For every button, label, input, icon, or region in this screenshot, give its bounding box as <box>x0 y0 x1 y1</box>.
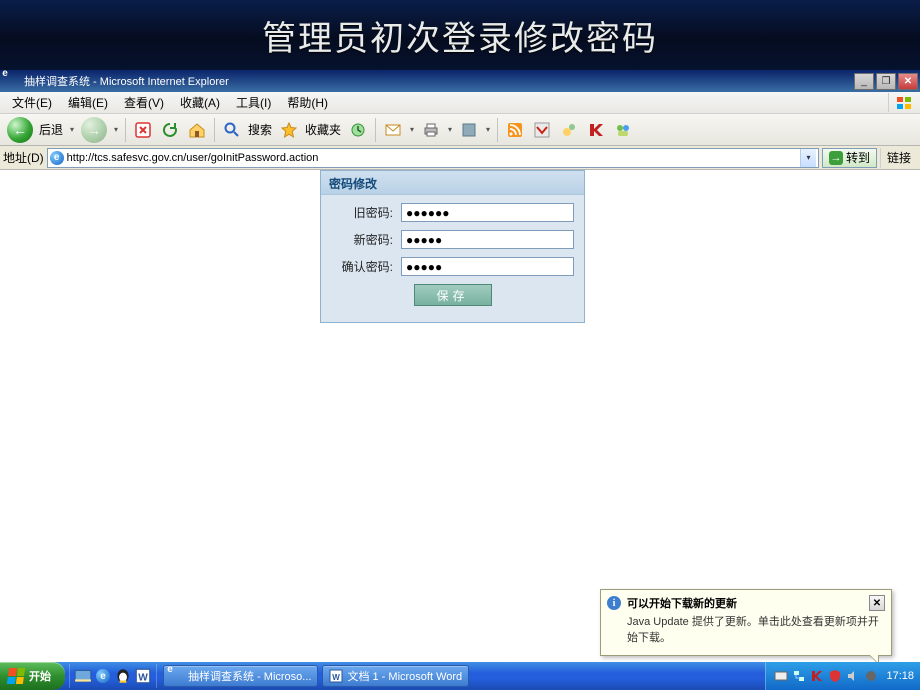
menubar: 文件(E) 编辑(E) 查看(V) 收藏(A) 工具(I) 帮助(H) <box>0 92 920 114</box>
ie-icon <box>5 73 21 89</box>
back-button[interactable]: ← <box>4 116 36 144</box>
svg-text:W: W <box>138 673 148 684</box>
menu-view[interactable]: 查看(V) <box>116 92 172 113</box>
back-label: 后退 <box>39 121 63 138</box>
toolbar-extra-1[interactable] <box>529 117 555 143</box>
start-button[interactable]: 开始 <box>0 662 65 690</box>
tray-extra-icon[interactable] <box>864 669 878 683</box>
ie-task-icon <box>170 669 184 683</box>
refresh-button[interactable] <box>157 117 183 143</box>
history-button[interactable] <box>345 117 371 143</box>
ie-quicklaunch-icon[interactable] <box>94 667 112 685</box>
stop-button[interactable] <box>130 117 156 143</box>
search-label: 搜索 <box>248 121 272 138</box>
window-title: 抽样调查系统 - Microsoft Internet Explorer <box>24 73 229 89</box>
confirm-password-label: 确认密码: <box>331 258 393 275</box>
task-label: 文档 1 - Microsoft Word <box>347 668 462 684</box>
print-button[interactable] <box>418 117 444 143</box>
kaspersky-icon[interactable] <box>583 117 609 143</box>
menu-help[interactable]: 帮助(H) <box>279 92 336 113</box>
word-task-icon: W <box>329 669 343 683</box>
password-change-card: 密码修改 旧密码: 新密码: 确认密码: 保存 <box>320 170 585 323</box>
taskbar-button-2[interactable]: W 文档 1 - Microsoft Word <box>322 665 469 687</box>
tray-input-icon[interactable] <box>774 669 788 683</box>
presentation-banner: 管理员初次登录修改密码 <box>0 0 920 70</box>
address-input[interactable] <box>64 149 800 167</box>
taskbar: 开始 W 抽样调查系统 - Microso... W 文档 1 - Micros… <box>0 662 920 690</box>
tray-network-icon[interactable] <box>792 669 806 683</box>
old-password-row: 旧密码: <box>331 203 574 222</box>
window-minimize-button[interactable]: _ <box>854 73 874 90</box>
feed-button[interactable] <box>502 117 528 143</box>
quick-launch: W <box>69 664 157 688</box>
old-password-input[interactable] <box>401 203 574 222</box>
toolbar: ← 后退 ▾ → ▾ 搜索 收藏夹 ▾ ▾ ▾ <box>0 114 920 146</box>
forward-button[interactable]: → <box>78 116 110 144</box>
address-bar: 地址(D) ▾ →转到 链接 <box>0 146 920 170</box>
back-dropdown[interactable]: ▾ <box>67 117 77 143</box>
card-title: 密码修改 <box>321 171 584 195</box>
system-tray: 17:18 <box>765 662 920 690</box>
word-icon[interactable]: W <box>134 667 152 685</box>
messenger-icon[interactable] <box>610 117 636 143</box>
notification-close-button[interactable]: ✕ <box>869 595 885 611</box>
search-button[interactable] <box>219 117 245 143</box>
mail-button[interactable] <box>380 117 406 143</box>
old-password-label: 旧密码: <box>331 204 393 221</box>
menu-file[interactable]: 文件(E) <box>4 92 60 113</box>
svg-text:W: W <box>333 673 341 682</box>
new-password-label: 新密码: <box>331 231 393 248</box>
tray-volume-icon[interactable] <box>846 669 860 683</box>
menu-edit[interactable]: 编辑(E) <box>60 92 116 113</box>
menu-favorites[interactable]: 收藏(A) <box>172 92 228 113</box>
notification-body: Java Update 提供了更新。单击此处查看更新项并开始下载。 <box>601 613 891 655</box>
start-label: 开始 <box>29 668 51 684</box>
show-desktop-icon[interactable] <box>74 667 92 685</box>
window-close-button[interactable]: ✕ <box>898 73 918 90</box>
links-button[interactable]: 链接 <box>880 148 917 168</box>
windows-logo-icon <box>7 668 25 684</box>
address-box[interactable]: ▾ <box>47 148 819 168</box>
favorites-button[interactable] <box>276 117 302 143</box>
save-button[interactable]: 保存 <box>414 284 492 306</box>
banner-title: 管理员初次登录修改密码 <box>262 11 658 60</box>
confirm-password-input[interactable] <box>401 257 574 276</box>
new-password-row: 新密码: <box>331 230 574 249</box>
address-dropdown[interactable]: ▾ <box>800 149 816 167</box>
address-label: 地址(D) <box>3 149 44 166</box>
window-restore-button[interactable]: ❐ <box>876 73 896 90</box>
menu-tools[interactable]: 工具(I) <box>228 92 279 113</box>
go-label: 转到 <box>846 149 870 166</box>
taskbar-button-1[interactable]: 抽样调查系统 - Microso... <box>163 665 318 687</box>
clock[interactable]: 17:18 <box>886 670 914 682</box>
qq-icon[interactable] <box>114 667 132 685</box>
task-label: 抽样调查系统 - Microso... <box>188 668 311 684</box>
tray-kaspersky-icon[interactable] <box>810 669 824 683</box>
forward-dropdown[interactable]: ▾ <box>111 117 121 143</box>
toolbar-separator <box>125 118 126 142</box>
windows-flag-icon <box>888 93 918 112</box>
tray-shield-icon[interactable] <box>828 669 842 683</box>
edit-button[interactable] <box>456 117 482 143</box>
info-icon: i <box>607 596 621 610</box>
java-update-notification[interactable]: i 可以开始下载新的更新 ✕ Java Update 提供了更新。单击此处查看更… <box>600 589 892 656</box>
notification-title: 可以开始下载新的更新 <box>627 595 737 611</box>
home-button[interactable] <box>184 117 210 143</box>
toolbar-extra-2[interactable] <box>556 117 582 143</box>
new-password-input[interactable] <box>401 230 574 249</box>
window-titlebar: 抽样调查系统 - Microsoft Internet Explorer _ ❐… <box>0 70 920 92</box>
go-button[interactable]: →转到 <box>822 148 877 168</box>
page-icon <box>50 151 64 165</box>
favorites-label: 收藏夹 <box>305 121 341 138</box>
confirm-password-row: 确认密码: <box>331 257 574 276</box>
